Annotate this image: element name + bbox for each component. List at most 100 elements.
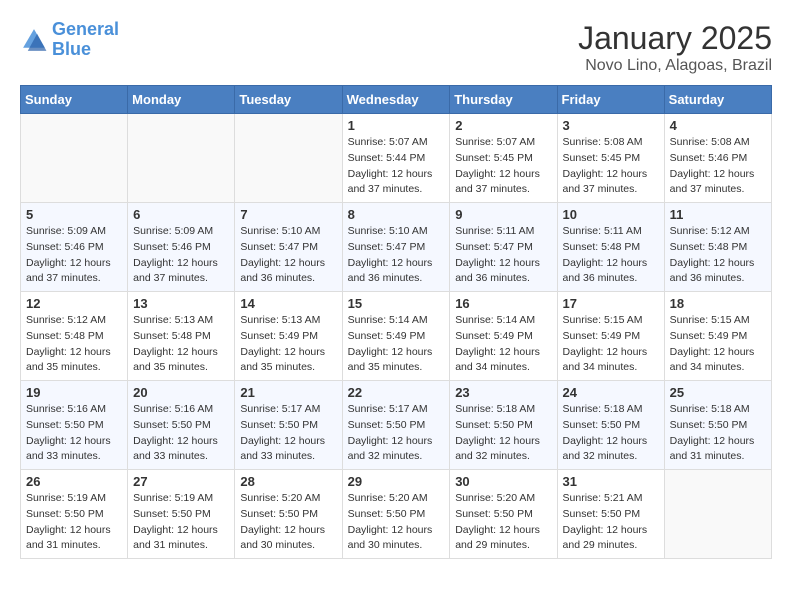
- calendar-cell: 19Sunrise: 5:16 AMSunset: 5:50 PMDayligh…: [21, 381, 128, 470]
- calendar-week-row: 26 Sunrise: 5:19 AMSunset: 5:50 PMDayligh…: [21, 470, 772, 559]
- day-number: 11: [670, 207, 766, 222]
- month-title: January 2025: [578, 20, 772, 57]
- day-info: Sunrise: 5:08 AMSunset: 5:46 PMDaylight:…: [670, 135, 766, 198]
- calendar-week-row: 1 Sunrise: 5:07 AMSunset: 5:44 PMDaylight…: [21, 114, 772, 203]
- calendar-cell: 10 Sunrise: 5:11 AMSunset: 5:48 PMDayligh…: [557, 203, 664, 292]
- day-info: Sunrise: 5:12 AMSunset: 5:48 PMDaylight:…: [670, 224, 766, 287]
- day-info: Sunrise: 5:20 AMSunset: 5:50 PMDaylight:…: [455, 491, 551, 554]
- day-of-week-header: Saturday: [664, 86, 771, 114]
- day-of-week-header: Wednesday: [342, 86, 450, 114]
- day-number: 28: [240, 474, 336, 489]
- calendar-cell: 5 Sunrise: 5:09 AMSunset: 5:46 PMDaylight…: [21, 203, 128, 292]
- day-info: Sunrise: 5:09 AMSunset: 5:46 PMDaylight:…: [133, 224, 229, 287]
- day-number: 27: [133, 474, 229, 489]
- day-info: Sunrise: 5:17 AMSunset: 5:50 PMDaylight:…: [240, 402, 336, 465]
- day-info: Sunrise: 5:13 AMSunset: 5:49 PMDaylight:…: [240, 313, 336, 376]
- calendar-week-row: 12 Sunrise: 5:12 AMSunset: 5:48 PMDayligh…: [21, 292, 772, 381]
- calendar-cell: 31 Sunrise: 5:21 AMSunset: 5:50 PMDayligh…: [557, 470, 664, 559]
- day-info: Sunrise: 5:09 AMSunset: 5:46 PMDaylight:…: [26, 224, 122, 287]
- logo-line1: General: [52, 19, 119, 39]
- day-of-week-header: Tuesday: [235, 86, 342, 114]
- page-header: General Blue January 2025 Novo Lino, Ala…: [20, 20, 772, 75]
- day-number: 17: [563, 296, 659, 311]
- calendar-cell: 16 Sunrise: 5:14 AMSunset: 5:49 PMDayligh…: [450, 292, 557, 381]
- day-number: 20: [133, 385, 229, 400]
- day-number: 23: [455, 385, 551, 400]
- calendar-cell: [21, 114, 128, 203]
- calendar-cell: [664, 470, 771, 559]
- calendar-week-row: 19Sunrise: 5:16 AMSunset: 5:50 PMDayligh…: [21, 381, 772, 470]
- day-info: Sunrise: 5:18 AMSunset: 5:50 PMDaylight:…: [670, 402, 766, 465]
- day-info: Sunrise: 5:10 AMSunset: 5:47 PMDaylight:…: [240, 224, 336, 287]
- day-number: 4: [670, 118, 766, 133]
- calendar-week-row: 5 Sunrise: 5:09 AMSunset: 5:46 PMDaylight…: [21, 203, 772, 292]
- day-info: Sunrise: 5:10 AMSunset: 5:47 PMDaylight:…: [348, 224, 445, 287]
- day-info: Sunrise: 5:11 AMSunset: 5:47 PMDaylight:…: [455, 224, 551, 287]
- day-of-week-header: Friday: [557, 86, 664, 114]
- day-number: 10: [563, 207, 659, 222]
- logo: General Blue: [20, 20, 119, 60]
- day-number: 16: [455, 296, 551, 311]
- day-number: 1: [348, 118, 445, 133]
- calendar-cell: 3 Sunrise: 5:08 AMSunset: 5:45 PMDaylight…: [557, 114, 664, 203]
- title-block: January 2025 Novo Lino, Alagoas, Brazil: [578, 20, 772, 75]
- calendar-table: SundayMondayTuesdayWednesdayThursdayFrid…: [20, 85, 772, 559]
- day-number: 7: [240, 207, 336, 222]
- calendar-cell: 20Sunrise: 5:16 AMSunset: 5:50 PMDayligh…: [128, 381, 235, 470]
- day-number: 14: [240, 296, 336, 311]
- calendar-cell: 11 Sunrise: 5:12 AMSunset: 5:48 PMDayligh…: [664, 203, 771, 292]
- logo-icon: [20, 26, 48, 54]
- calendar-cell: 24 Sunrise: 5:18 AMSunset: 5:50 PMDayligh…: [557, 381, 664, 470]
- day-info: Sunrise: 5:21 AMSunset: 5:50 PMDaylight:…: [563, 491, 659, 554]
- day-info: Sunrise: 5:11 AMSunset: 5:48 PMDaylight:…: [563, 224, 659, 287]
- day-number: 12: [26, 296, 122, 311]
- day-of-week-header: Sunday: [21, 86, 128, 114]
- day-number: 26: [26, 474, 122, 489]
- day-number: 21: [240, 385, 336, 400]
- day-number: 3: [563, 118, 659, 133]
- calendar-cell: [235, 114, 342, 203]
- day-info: Sunrise: 5:14 AMSunset: 5:49 PMDaylight:…: [455, 313, 551, 376]
- calendar-cell: 23 Sunrise: 5:18 AMSunset: 5:50 PMDayligh…: [450, 381, 557, 470]
- day-info: Sunrise: 5:08 AMSunset: 5:45 PMDaylight:…: [563, 135, 659, 198]
- calendar-cell: 21 Sunrise: 5:17 AMSunset: 5:50 PMDayligh…: [235, 381, 342, 470]
- calendar-cell: 25Sunrise: 5:18 AMSunset: 5:50 PMDayligh…: [664, 381, 771, 470]
- calendar-cell: 22Sunrise: 5:17 AMSunset: 5:50 PMDayligh…: [342, 381, 450, 470]
- calendar-cell: [128, 114, 235, 203]
- day-number: 6: [133, 207, 229, 222]
- day-number: 9: [455, 207, 551, 222]
- day-info: Sunrise: 5:07 AMSunset: 5:44 PMDaylight:…: [348, 135, 445, 198]
- day-info: Sunrise: 5:18 AMSunset: 5:50 PMDaylight:…: [563, 402, 659, 465]
- calendar-cell: 13Sunrise: 5:13 AMSunset: 5:48 PMDayligh…: [128, 292, 235, 381]
- day-number: 30: [455, 474, 551, 489]
- logo-line2: Blue: [52, 39, 91, 59]
- day-number: 5: [26, 207, 122, 222]
- day-number: 31: [563, 474, 659, 489]
- day-number: 19: [26, 385, 122, 400]
- calendar-cell: 28 Sunrise: 5:20 AMSunset: 5:50 PMDayligh…: [235, 470, 342, 559]
- calendar-cell: 29 Sunrise: 5:20 AMSunset: 5:50 PMDayligh…: [342, 470, 450, 559]
- calendar-cell: 27 Sunrise: 5:19 AMSunset: 5:50 PMDayligh…: [128, 470, 235, 559]
- day-info: Sunrise: 5:15 AMSunset: 5:49 PMDaylight:…: [670, 313, 766, 376]
- day-info: Sunrise: 5:20 AMSunset: 5:50 PMDaylight:…: [240, 491, 336, 554]
- location: Novo Lino, Alagoas, Brazil: [578, 57, 772, 75]
- day-number: 29: [348, 474, 445, 489]
- day-info: Sunrise: 5:14 AMSunset: 5:49 PMDaylight:…: [348, 313, 445, 376]
- day-number: 22: [348, 385, 445, 400]
- calendar-cell: 12 Sunrise: 5:12 AMSunset: 5:48 PMDayligh…: [21, 292, 128, 381]
- logo-text: General Blue: [52, 20, 119, 60]
- calendar-cell: 2Sunrise: 5:07 AMSunset: 5:45 PMDaylight…: [450, 114, 557, 203]
- calendar-cell: 18Sunrise: 5:15 AMSunset: 5:49 PMDayligh…: [664, 292, 771, 381]
- day-number: 8: [348, 207, 445, 222]
- calendar-cell: 8 Sunrise: 5:10 AMSunset: 5:47 PMDaylight…: [342, 203, 450, 292]
- day-info: Sunrise: 5:19 AMSunset: 5:50 PMDaylight:…: [133, 491, 229, 554]
- day-info: Sunrise: 5:19 AMSunset: 5:50 PMDaylight:…: [26, 491, 122, 554]
- day-info: Sunrise: 5:18 AMSunset: 5:50 PMDaylight:…: [455, 402, 551, 465]
- calendar-cell: 26 Sunrise: 5:19 AMSunset: 5:50 PMDayligh…: [21, 470, 128, 559]
- day-number: 2: [455, 118, 551, 133]
- calendar-cell: 7 Sunrise: 5:10 AMSunset: 5:47 PMDaylight…: [235, 203, 342, 292]
- day-info: Sunrise: 5:20 AMSunset: 5:50 PMDaylight:…: [348, 491, 445, 554]
- day-info: Sunrise: 5:12 AMSunset: 5:48 PMDaylight:…: [26, 313, 122, 376]
- calendar-cell: 17Sunrise: 5:15 AMSunset: 5:49 PMDayligh…: [557, 292, 664, 381]
- day-number: 24: [563, 385, 659, 400]
